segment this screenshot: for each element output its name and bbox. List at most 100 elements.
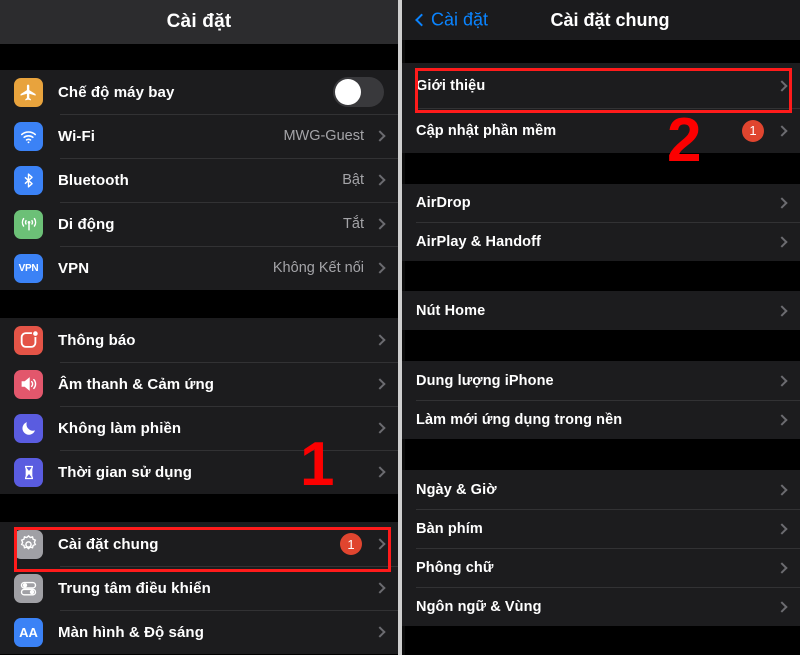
settings-row-notifications[interactable]: Thông báo — [0, 318, 398, 362]
row-label: Wi-Fi — [58, 127, 96, 145]
section-gap — [0, 44, 398, 70]
section-gap — [402, 40, 800, 63]
chevron-right-icon — [776, 235, 788, 248]
settings-row-airplane-mode[interactable]: Chế độ máy bay — [0, 70, 398, 114]
moon-icon — [14, 413, 43, 443]
chevron-right-icon — [374, 262, 386, 274]
toggle-knob — [335, 79, 361, 105]
row-label: Phông chữ — [416, 559, 494, 576]
settings-row-display-brightness[interactable]: AA Màn hình & Độ sáng — [0, 610, 398, 654]
general-row-iphone-storage[interactable]: Dung lượng iPhone — [402, 361, 800, 400]
settings-row-cellular[interactable]: Di động Tắt — [0, 202, 398, 246]
back-button[interactable]: Cài đặt — [415, 9, 489, 31]
general-group-localization: Ngày & Giờ Bàn phím Phông chữ Ngôn ngữ &… — [402, 470, 800, 626]
general-row-about[interactable]: Giới thiệu — [402, 63, 800, 108]
row-label: VPN — [58, 259, 90, 277]
chevron-right-icon — [374, 466, 386, 478]
section-gap — [402, 439, 800, 470]
cellular-icon — [14, 209, 43, 239]
chevron-right-icon — [374, 378, 386, 390]
chevron-right-icon — [374, 130, 386, 142]
section-gap — [402, 330, 800, 361]
section-gap — [402, 153, 800, 184]
chevron-right-icon — [374, 422, 386, 434]
chevron-right-icon — [374, 582, 386, 594]
row-label: Màn hình & Độ sáng — [58, 623, 204, 641]
row-label: Dung lượng iPhone — [416, 372, 554, 389]
row-value: Tắt — [343, 216, 364, 232]
general-row-keyboard[interactable]: Bàn phím — [402, 509, 800, 548]
gear-icon — [14, 529, 43, 559]
chevron-right-icon — [374, 218, 386, 230]
row-label: Âm thanh & Cảm ứng — [58, 375, 214, 393]
general-group-sharing: AirDrop AirPlay & Handoff — [402, 184, 800, 261]
settings-group-alerts: Thông báo Âm thanh & Cảm ứng Không làm p… — [0, 318, 398, 494]
row-label: Giới thiệu — [416, 77, 486, 94]
section-gap — [402, 261, 800, 291]
step-marker-1: 1 — [300, 430, 335, 499]
row-label: Ngôn ngữ & Vùng — [416, 598, 542, 615]
chevron-right-icon — [776, 374, 788, 387]
chevron-right-icon — [776, 124, 788, 137]
chevron-right-icon — [374, 538, 386, 550]
general-group-storage: Dung lượng iPhone Làm mới ứng dụng trong… — [402, 361, 800, 439]
chevron-right-icon — [374, 174, 386, 186]
back-button-label: Cài đặt — [431, 9, 489, 30]
general-group-about: Giới thiệu Cập nhật phần mềm 1 — [402, 63, 800, 153]
status-badge: 1 — [340, 533, 362, 555]
settings-row-vpn[interactable]: VPN VPN Không Kết nối — [0, 246, 398, 290]
row-label: Chế độ máy bay — [58, 83, 175, 101]
chevron-right-icon — [776, 561, 788, 574]
left-navigation-bar: Cài đặt — [0, 0, 398, 44]
display-icon: AA — [14, 617, 43, 647]
general-row-software-update[interactable]: Cập nhật phần mềm 1 — [402, 108, 800, 153]
section-gap — [0, 290, 398, 318]
general-row-background-refresh[interactable]: Làm mới ứng dụng trong nền — [402, 400, 800, 439]
general-row-language-region[interactable]: Ngôn ngữ & Vùng — [402, 587, 800, 626]
sound-icon — [14, 369, 43, 399]
section-gap — [0, 494, 398, 522]
page-title: Cài đặt — [166, 11, 232, 32]
status-badge: 1 — [742, 119, 764, 142]
chevron-right-icon — [776, 304, 788, 317]
general-row-airdrop[interactable]: AirDrop — [402, 184, 800, 222]
row-label: Trung tâm điều khiển — [58, 579, 211, 597]
settings-group-system: Cài đặt chung 1 Trung tâm điều khiển AA … — [0, 522, 398, 654]
right-navigation-bar: Cài đặt Cài đặt chung — [402, 0, 800, 40]
row-label: Cài đặt chung — [58, 535, 159, 553]
row-label: Ngày & Giờ — [416, 481, 497, 498]
general-settings-screen: Cài đặt Cài đặt chung Giới thiệu Cập nhậ… — [402, 0, 800, 655]
wifi-icon — [14, 121, 43, 151]
chevron-right-icon — [776, 600, 788, 613]
settings-row-do-not-disturb[interactable]: Không làm phiền — [0, 406, 398, 450]
notifications-icon — [14, 325, 43, 355]
row-label: Nút Home — [416, 302, 486, 319]
settings-row-general[interactable]: Cài đặt chung 1 — [0, 522, 398, 566]
chevron-right-icon — [374, 626, 386, 638]
airplane-mode-toggle[interactable] — [333, 77, 384, 107]
dual-screenshot-container: Cài đặt Chế độ máy bay Wi-Fi MWG-Guest B… — [0, 0, 800, 655]
settings-row-wifi[interactable]: Wi-Fi MWG-Guest — [0, 114, 398, 158]
chevron-right-icon — [776, 413, 788, 426]
row-label: AirPlay & Handoff — [416, 233, 541, 250]
settings-row-bluetooth[interactable]: Bluetooth Bật — [0, 158, 398, 202]
settings-row-sounds[interactable]: Âm thanh & Cảm ứng — [0, 362, 398, 406]
general-row-fonts[interactable]: Phông chữ — [402, 548, 800, 587]
general-row-home-button[interactable]: Nút Home — [402, 291, 800, 330]
general-row-date-time[interactable]: Ngày & Giờ — [402, 470, 800, 509]
step-marker-2: 2 — [667, 106, 702, 175]
chevron-right-icon — [776, 197, 788, 209]
chevron-right-icon — [776, 79, 788, 92]
vpn-icon: VPN — [14, 253, 43, 283]
row-label: Di động — [58, 215, 115, 233]
row-value: Bật — [342, 172, 364, 188]
general-group-home-button: Nút Home — [402, 291, 800, 330]
chevron-right-icon — [776, 483, 788, 496]
settings-row-control-center[interactable]: Trung tâm điều khiển — [0, 566, 398, 610]
settings-row-screen-time[interactable]: Thời gian sử dụng — [0, 450, 398, 494]
row-value: Không Kết nối — [272, 260, 364, 276]
chevron-left-icon — [415, 13, 428, 27]
general-row-airplay-handoff[interactable]: AirPlay & Handoff — [402, 222, 800, 261]
row-label: Thông báo — [58, 331, 136, 349]
settings-group-connectivity: Chế độ máy bay Wi-Fi MWG-Guest Bluetooth — [0, 70, 398, 290]
